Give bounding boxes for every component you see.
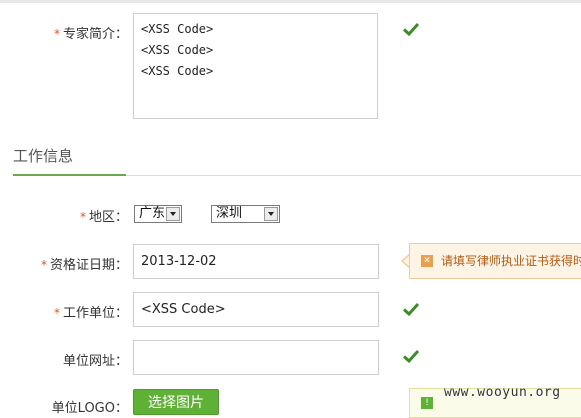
work-unit-label: * 工作单位： xyxy=(30,302,128,321)
chevron-down-icon[interactable] xyxy=(166,207,180,221)
license-date-tip-text: 请填写律师执业证书获得时 xyxy=(441,254,581,268)
city-value: 深圳 xyxy=(216,206,243,221)
unit-logo-label-text: 单位LOGO： xyxy=(51,401,128,416)
required-mark: * xyxy=(53,306,60,320)
work-unit-input[interactable]: <XSS Code> xyxy=(133,292,379,327)
top-divider xyxy=(0,0,581,3)
work-unit-label-text: 工作单位： xyxy=(62,306,128,321)
required-mark: * xyxy=(40,258,47,272)
region-label: * 地区： xyxy=(30,206,128,225)
license-date-label-text: 资格证日期： xyxy=(49,258,128,273)
check-icon xyxy=(402,302,420,317)
expert-intro-textarea[interactable]: <XSS Code> <XSS Code> <XSS Code> xyxy=(133,13,378,119)
choose-image-button[interactable]: 选择图片 xyxy=(133,389,219,415)
license-date-tip: ✕ 请填写律师执业证书获得时 xyxy=(409,243,581,279)
expert-intro-label: * 专家简介： xyxy=(30,23,128,42)
check-icon xyxy=(402,22,420,37)
expert-intro-line: <XSS Code> xyxy=(141,43,214,57)
city-select[interactable]: 深圳 xyxy=(211,205,280,223)
required-mark: * xyxy=(79,210,86,224)
expert-intro-line: <XSS Code> xyxy=(141,22,214,36)
region-label-text: 地区： xyxy=(88,210,128,225)
expert-intro-line: <XSS Code> xyxy=(141,64,214,78)
unit-url-input[interactable] xyxy=(133,340,379,375)
province-value: 广东 xyxy=(139,206,166,221)
required-mark: * xyxy=(53,27,60,41)
license-date-input[interactable]: 2013-12-02 xyxy=(133,244,379,279)
unit-url-label-text: 单位网址： xyxy=(62,354,128,369)
watermark: www.wooyun.org xyxy=(444,385,561,400)
warning-icon: ✕ xyxy=(421,254,433,267)
section-title-work-info: 工作信息 xyxy=(13,147,74,165)
info-icon: ! xyxy=(421,397,433,409)
unit-url-label: 单位网址： xyxy=(30,350,128,369)
license-date-label: * 资格证日期： xyxy=(20,254,128,273)
chevron-down-icon[interactable] xyxy=(264,207,278,221)
expert-intro-label-text: 专家简介： xyxy=(62,27,128,42)
section-accent-bar xyxy=(13,174,126,176)
check-icon xyxy=(402,349,420,364)
province-select[interactable]: 广东 xyxy=(134,205,182,223)
